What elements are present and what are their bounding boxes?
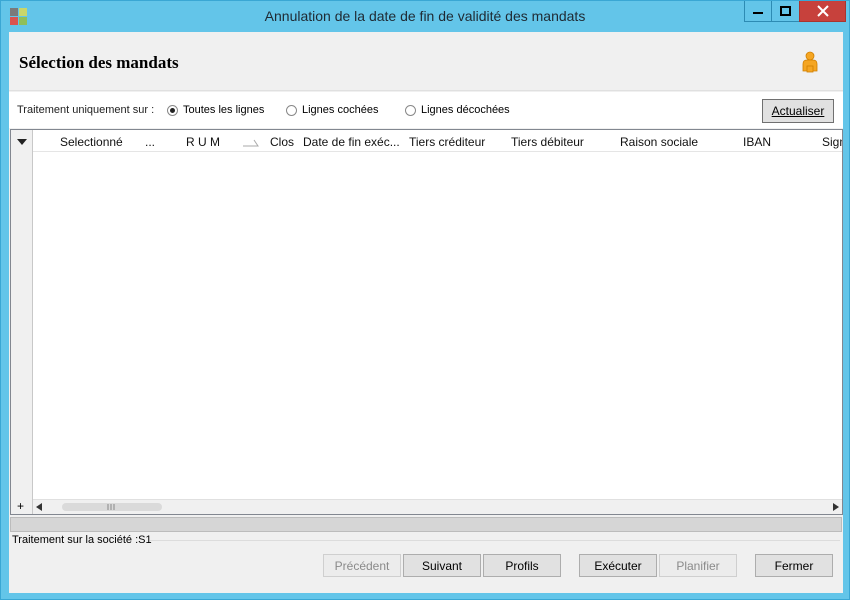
radio-unselected-icon [405,104,416,116]
column-header-end-date[interactable]: Date de fin exéc... [303,135,400,149]
radio-label: Lignes décochées [421,104,510,116]
close-button[interactable] [799,1,846,22]
dropdown-arrow-icon[interactable] [17,139,27,145]
row-header-column [11,130,33,514]
scroll-thumb[interactable] [62,503,162,511]
scroll-left-icon[interactable] [36,503,42,511]
column-header-signature[interactable]: Signa [822,135,842,149]
column-header-company-name[interactable]: Raison sociale [620,135,698,149]
maximize-icon [780,6,791,16]
column-header-rum[interactable]: R U M [186,135,220,149]
maximize-button[interactable] [771,1,800,22]
progress-bar [10,517,842,532]
radio-unselected-icon [286,104,297,116]
grid-header: Selectionné ... R U M Clos Date de fin e… [33,130,842,152]
close-icon [816,5,829,17]
add-row-button[interactable]: + [17,499,24,513]
status-divider [150,540,840,541]
minimize-icon [753,12,763,14]
schedule-button[interactable]: Planifier [659,554,737,577]
radio-checked-lines[interactable]: Lignes cochées [286,104,378,116]
window-title: Annulation de la date de fin de validité… [264,8,586,24]
status-text: Traitement sur la société :S1 [12,534,152,546]
column-header-more[interactable]: ... [145,135,155,149]
column-header-selected[interactable]: Selectionné [60,135,123,149]
horizontal-scrollbar[interactable] [33,499,842,514]
execute-button[interactable]: Exécuter [579,554,657,577]
close-dialog-button[interactable]: Fermer [755,554,833,577]
radio-label: Toutes les lignes [183,104,265,116]
sort-indicator-icon [243,139,259,147]
profiles-button[interactable]: Profils [483,554,561,577]
radio-selected-icon [167,104,178,116]
column-header-closed[interactable]: Clos [270,135,294,149]
dialog-client: Sélection des mandats Traitement uniquem… [9,32,843,593]
filter-label: Traitement uniquement sur : [17,104,155,116]
radio-unchecked-lines[interactable]: Lignes décochées [405,104,510,116]
column-header-debtor[interactable]: Tiers débiteur [511,135,584,149]
app-window: Annulation de la date de fin de validité… [0,0,850,600]
title-bar[interactable]: Annulation de la date de fin de validité… [1,1,849,31]
radio-label: Lignes cochées [302,104,379,116]
radio-all-lines[interactable]: Toutes les lignes [167,104,264,116]
refresh-button[interactable]: Actualiser [762,99,834,123]
header: Sélection des mandats [9,32,843,91]
next-button[interactable]: Suivant [403,554,481,577]
minimize-button[interactable] [744,1,772,22]
previous-button[interactable]: Précédent [323,554,401,577]
mandates-grid[interactable]: Selectionné ... R U M Clos Date de fin e… [10,129,843,515]
page-title: Sélection des mandats [19,53,179,72]
filter-bar: Traitement uniquement sur : Toutes les l… [9,92,843,128]
scroll-right-icon[interactable] [833,503,839,511]
user-icon[interactable] [802,51,818,73]
grip-icon [107,504,115,510]
column-header-creditor[interactable]: Tiers créditeur [409,135,485,149]
column-header-iban[interactable]: IBAN [743,135,771,149]
